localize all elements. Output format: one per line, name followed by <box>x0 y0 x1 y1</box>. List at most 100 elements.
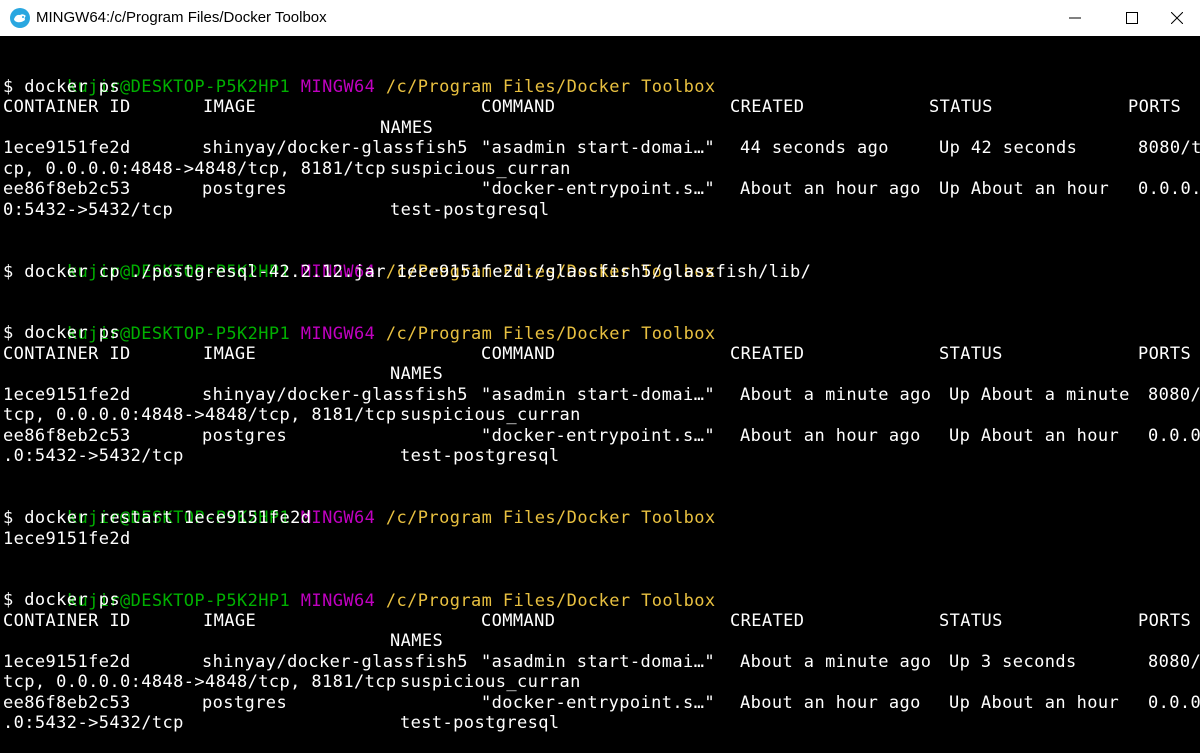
terminal-output[interactable]: kujir@DESKTOP-P5K2HP1 MINGW64 /c/Program… <box>0 36 1200 753</box>
cell-command: "asadmin start-domai…" <box>481 385 715 405</box>
cell-container-id: 1ece9151fe2d <box>3 385 131 405</box>
maximize-button[interactable] <box>1109 0 1155 36</box>
header-image: IMAGE <box>203 97 257 117</box>
prompt-system: MINGW64 <box>300 508 376 528</box>
command-line: $ docker cp ./postgresql-42.2.12.jar 1ec… <box>3 262 812 282</box>
table-row: ee86f8eb2c53 postgres "docker-entrypoint… <box>3 693 1200 714</box>
minimize-icon <box>1069 17 1081 19</box>
cell-ports: 8080/t <box>1138 138 1200 158</box>
header-ports: PORTS <box>1138 344 1192 364</box>
command-line: $ docker restart 1ece9151fe2d <box>3 508 312 528</box>
minimize-button[interactable] <box>1052 0 1098 36</box>
header-status: STATUS <box>939 611 1003 631</box>
cell-command: "docker-entrypoint.s…" <box>481 426 715 446</box>
header-names: NAMES <box>390 631 444 651</box>
header-created: CREATED <box>730 611 805 631</box>
table-row: 1ece9151fe2d shinyay/docker-glassfish5 "… <box>3 385 1200 406</box>
cell-ports-cont: .0:5432->5432/tcp <box>3 446 184 466</box>
header-command: COMMAND <box>481 611 556 631</box>
title-bar[interactable]: MINGW64:/c/Program Files/Docker Toolbox <box>0 0 1200 37</box>
cell-names: test-postgresql <box>400 713 560 733</box>
table-row-wrap: cp, 0.0.0.0:4848->4848/tcp, 8181/tcp sus… <box>3 159 1200 180</box>
prompt-path: /c/Program Files/Docker Toolbox <box>385 324 716 344</box>
table-row-wrap: tcp, 0.0.0.0:4848->4848/tcp, 8181/tcp su… <box>3 672 1200 693</box>
table-row-wrap: 0:5432->5432/tcp test-postgresql <box>3 200 1200 221</box>
prompt-system: MINGW64 <box>300 324 376 344</box>
cell-container-id: ee86f8eb2c53 <box>3 693 131 713</box>
header-container-id: CONTAINER ID <box>3 97 131 117</box>
cell-ports: 0.0.0. <box>1138 179 1200 199</box>
cell-ports-cont: 0:5432->5432/tcp <box>3 200 174 220</box>
table-row-wrap: .0:5432->5432/tcp test-postgresql <box>3 446 1200 467</box>
cell-ports: 0.0.0 <box>1148 426 1200 446</box>
table-row: ee86f8eb2c53 postgres "docker-entrypoint… <box>3 426 1200 447</box>
cell-created: About a minute ago <box>740 652 932 672</box>
ps-header-row-names: NAMES <box>3 118 1200 139</box>
table-row: 1ece9151fe2d shinyay/docker-glassfish5 "… <box>3 138 1200 159</box>
header-ports: PORTS <box>1128 97 1182 117</box>
header-container-id: CONTAINER ID <box>3 344 131 364</box>
command-output: 1ece9151fe2d <box>3 529 131 549</box>
cell-image: shinyay/docker-glassfish5 <box>202 385 468 405</box>
header-created: CREATED <box>730 344 805 364</box>
cell-ports-cont: tcp, 0.0.0.0:4848->4848/tcp, 8181/tcp <box>3 672 397 692</box>
header-command: COMMAND <box>481 344 556 364</box>
terminal-window: MINGW64:/c/Program Files/Docker Toolbox … <box>0 0 1200 753</box>
cell-names: suspicious_curran <box>400 405 581 425</box>
prompt-system: MINGW64 <box>300 77 376 97</box>
ps-header-row-names: NAMES <box>3 364 1200 385</box>
ps-header-row: CONTAINER ID IMAGE COMMAND CREATED STATU… <box>3 344 1200 365</box>
cell-container-id: ee86f8eb2c53 <box>3 426 131 446</box>
close-icon <box>1171 12 1183 24</box>
cell-image: shinyay/docker-glassfish5 <box>202 138 468 158</box>
cell-created: About a minute ago <box>740 385 932 405</box>
cell-ports-cont: .0:5432->5432/tcp <box>3 713 184 733</box>
prompt-line: kujir@DESKTOP-P5K2HP1 MINGW64 /c/Program… <box>3 303 716 344</box>
maximize-icon <box>1126 12 1138 24</box>
window-title: MINGW64:/c/Program Files/Docker Toolbox <box>36 9 327 26</box>
cell-image: shinyay/docker-glassfish5 <box>202 652 468 672</box>
cell-created: About an hour ago <box>740 426 921 446</box>
cell-ports: 8080/ <box>1148 385 1200 405</box>
table-row: 1ece9151fe2d shinyay/docker-glassfish5 "… <box>3 652 1200 673</box>
cell-created: About an hour ago <box>740 179 921 199</box>
header-container-id: CONTAINER ID <box>3 611 131 631</box>
prompt-path: /c/Program Files/Docker Toolbox <box>385 77 716 97</box>
header-status: STATUS <box>929 97 993 117</box>
header-image: IMAGE <box>203 611 257 631</box>
command-line: $ docker ps <box>3 77 120 97</box>
prompt-line: kujir@DESKTOP-P5K2HP1 MINGW64 /c/Program… <box>3 487 716 528</box>
mingw-terminal-icon <box>10 8 30 28</box>
cell-ports-cont: cp, 0.0.0.0:4848->4848/tcp, 8181/tcp <box>3 159 386 179</box>
cell-status: Up About an hour <box>939 179 1110 199</box>
cell-status: Up About a minute <box>949 385 1130 405</box>
header-created: CREATED <box>730 97 805 117</box>
cell-command: "asadmin start-domai…" <box>481 652 715 672</box>
table-row-wrap: tcp, 0.0.0.0:4848->4848/tcp, 8181/tcp su… <box>3 405 1200 426</box>
cell-command: "docker-entrypoint.s…" <box>481 179 715 199</box>
cell-image: postgres <box>202 179 288 199</box>
cell-container-id: ee86f8eb2c53 <box>3 179 131 199</box>
command-line: $ docker ps <box>3 590 120 610</box>
cell-status: Up About an hour <box>949 693 1120 713</box>
cell-command: "asadmin start-domai…" <box>481 138 715 158</box>
cell-names: suspicious_curran <box>400 672 581 692</box>
header-command: COMMAND <box>481 97 556 117</box>
cell-container-id: 1ece9151fe2d <box>3 138 131 158</box>
cell-container-id: 1ece9151fe2d <box>3 652 131 672</box>
close-button[interactable] <box>1154 0 1200 36</box>
table-row: ee86f8eb2c53 postgres "docker-entrypoint… <box>3 179 1200 200</box>
cell-names: test-postgresql <box>400 446 560 466</box>
cell-image: postgres <box>202 426 288 446</box>
ps-header-row-names: NAMES <box>3 631 1200 652</box>
prompt-line: kujir@DESKTOP-P5K2HP1 MINGW64 /c/Program… <box>3 56 716 97</box>
command-line: $ docker ps <box>3 323 120 343</box>
ps-header-row: CONTAINER ID IMAGE COMMAND CREATED STATU… <box>3 97 1200 118</box>
cell-ports: 0.0.0 <box>1148 693 1200 713</box>
prompt-path: /c/Program Files/Docker Toolbox <box>385 591 716 611</box>
prompt-line: kujir@DESKTOP-P5K2HP1 MINGW64 /c/Program… <box>3 241 716 282</box>
header-names: NAMES <box>390 364 444 384</box>
cell-names: suspicious_curran <box>390 159 571 179</box>
prompt-path: /c/Program Files/Docker Toolbox <box>385 508 716 528</box>
cell-command: "docker-entrypoint.s…" <box>481 693 715 713</box>
